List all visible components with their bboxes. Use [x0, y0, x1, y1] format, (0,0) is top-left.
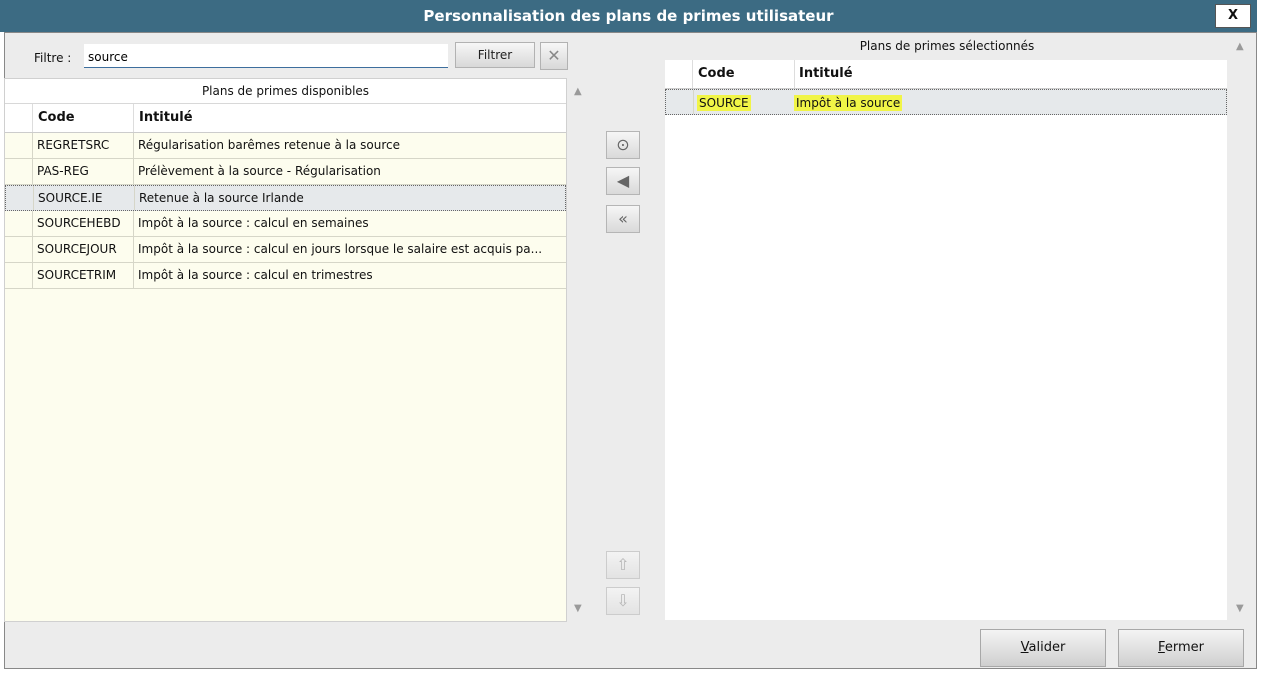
arrow-left-icon: ◀: [616, 171, 630, 190]
row-code: REGRETSRC: [37, 138, 110, 152]
move-up-button[interactable]: ⇧: [606, 551, 640, 579]
column-header-label[interactable]: Intitulé: [799, 66, 853, 81]
double-chevron-left-icon: «: [618, 209, 628, 228]
clear-filter-button[interactable]: ✕: [540, 42, 568, 70]
row-code: SOURCE: [697, 95, 751, 111]
row-code: SOURCEHEBD: [37, 216, 121, 230]
available-plans-title: Plans de primes disponibles: [5, 79, 566, 104]
add-selected-button[interactable]: ⊙: [606, 131, 640, 159]
list-item[interactable]: PAS-REG Prélèvement à la source - Régular…: [5, 159, 566, 185]
row-code: SOURCETRIM: [37, 268, 117, 282]
row-label: Retenue à la source Irlande: [139, 191, 304, 205]
row-label: Impôt à la source : calcul en trimestres: [138, 268, 373, 282]
window-title: Personnalisation des plans de primes uti…: [423, 7, 834, 25]
row-label: Impôt à la source : calcul en semaines: [138, 216, 369, 230]
column-header-code[interactable]: Code: [38, 110, 75, 125]
available-header-row: Code Intitulé: [5, 104, 566, 133]
download-icon: ⇩: [616, 591, 630, 610]
close-icon: ✕: [547, 46, 561, 65]
close-button[interactable]: Fermer: [1118, 629, 1244, 667]
row-label: Impôt à la source: [794, 95, 903, 111]
upload-icon: ⇧: [616, 555, 630, 574]
available-plans-grid: Plans de primes disponibles Code Intitul…: [4, 78, 567, 622]
remove-selected-button[interactable]: ◀: [606, 167, 640, 195]
close-window-button[interactable]: X: [1215, 4, 1251, 28]
row-code: PAS-REG: [37, 164, 89, 178]
circle-arrow-icon: ⊙: [616, 135, 630, 154]
selected-plans-grid: Plans de primes sélectionnés Code Intitu…: [665, 34, 1229, 622]
list-item[interactable]: SOURCETRIM Impôt à la source : calcul en …: [5, 263, 566, 289]
scroll-up-icon[interactable]: ▲: [574, 86, 582, 97]
list-item[interactable]: SOURCEJOUR Impôt à la source : calcul en …: [5, 237, 566, 263]
filter-label: Filtre :: [34, 51, 72, 65]
remove-all-button[interactable]: «: [606, 205, 640, 233]
list-item[interactable]: REGRETSRC Régularisation barêmes retenue …: [5, 133, 566, 159]
list-item[interactable]: SOURCE.IE Retenue à la source Irlande: [5, 185, 566, 211]
validate-button[interactable]: Valider: [980, 629, 1106, 667]
title-bar: Personnalisation des plans de primes uti…: [0, 0, 1257, 32]
scroll-up-icon[interactable]: ▲: [1236, 41, 1244, 52]
filter-button[interactable]: Filtrer: [455, 42, 535, 68]
row-label: Régularisation barêmes retenue à la sour…: [138, 138, 400, 152]
selected-plans-title: Plans de primes sélectionnés: [859, 39, 1035, 53]
list-item[interactable]: SOURCE Impôt à la source: [665, 89, 1227, 115]
scroll-down-icon[interactable]: ▼: [1236, 603, 1244, 614]
row-code: SOURCE.IE: [38, 191, 103, 205]
column-header-code[interactable]: Code: [698, 66, 735, 81]
row-label: Impôt à la source : calcul en jours lors…: [138, 242, 543, 256]
scroll-down-icon[interactable]: ▼: [574, 603, 582, 614]
row-code: SOURCEJOUR: [37, 242, 117, 256]
list-item[interactable]: SOURCEHEBD Impôt à la source : calcul en …: [5, 211, 566, 237]
filter-input[interactable]: [84, 44, 448, 68]
selected-header-row: Code Intitulé: [665, 60, 1227, 89]
move-down-button[interactable]: ⇩: [606, 587, 640, 615]
column-header-label[interactable]: Intitulé: [139, 110, 193, 125]
row-label: Prélèvement à la source - Régularisation: [138, 164, 381, 178]
